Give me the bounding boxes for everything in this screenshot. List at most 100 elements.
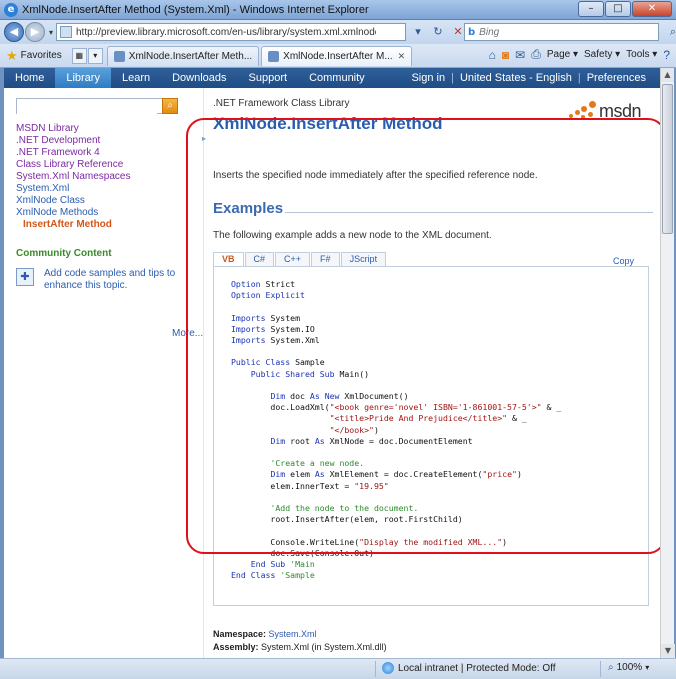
back-button[interactable]: ◀: [4, 22, 24, 42]
refresh-icon[interactable]: ↻: [430, 24, 446, 40]
namespace-link[interactable]: System.Xml: [269, 629, 317, 639]
msdn-top-nav: Home Library Learn Downloads Support Com…: [4, 68, 660, 88]
page-viewport: Home Library Learn Downloads Support Com…: [4, 68, 660, 658]
search-icon[interactable]: ⌕: [162, 98, 178, 114]
code-sample: Option Strict Option Explicit Imports Sy…: [213, 266, 649, 606]
help-icon[interactable]: ?: [663, 48, 670, 62]
address-input[interactable]: [76, 26, 376, 38]
status-bar: Local intranet | Protected Mode: Off ⌕ 1…: [0, 658, 676, 679]
safety-menu[interactable]: Safety ▾: [584, 49, 620, 60]
maximize-button[interactable]: □: [605, 1, 631, 17]
namespace-assembly-info: Namespace: System.Xml Assembly: System.X…: [213, 628, 387, 654]
print-icon[interactable]: ⎙: [531, 47, 541, 62]
code-tab-vb[interactable]: VB: [213, 252, 244, 266]
history-dropdown-icon[interactable]: ▾: [49, 28, 53, 37]
nav-library[interactable]: Library: [55, 68, 111, 88]
zoom-magnifier-icon: ⌕: [608, 662, 614, 673]
close-tab-icon[interactable]: ✕: [398, 51, 406, 62]
msdn-logo[interactable]: msdn: [567, 100, 642, 122]
quick-tabs-icon[interactable]: ▦: [71, 47, 87, 64]
scroll-up-icon[interactable]: ▲: [661, 68, 674, 82]
zoom-control[interactable]: ⌕ 100% ▾: [608, 662, 649, 673]
dropdown-arrow-icon[interactable]: ▾: [410, 24, 426, 40]
more-link[interactable]: More...: [172, 328, 203, 339]
examples-heading: Examples: [213, 200, 284, 217]
search-box[interactable]: b ⌕: [464, 23, 676, 41]
tab-page-icon: [268, 50, 280, 62]
browser-tab-1[interactable]: XmlNode.InsertAfter Meth...: [106, 45, 260, 66]
favorites-button[interactable]: ★ Favorites: [6, 48, 62, 64]
intranet-globe-icon: [382, 662, 394, 674]
page-title: XmlNode.InsertAfter Method: [213, 114, 443, 133]
favorites-label: Favorites: [20, 50, 62, 61]
browser-tab-label: XmlNode.InsertAfter Meth...: [128, 50, 253, 62]
bing-logo-icon: b: [468, 26, 476, 38]
community-add-link[interactable]: Add code samples and tips to enhance thi…: [44, 268, 196, 292]
library-search[interactable]: ⌕: [16, 98, 178, 114]
toc-item-system-xml[interactable]: System.Xml: [16, 183, 130, 195]
toc-item-net-framework-4[interactable]: .NET Framework 4: [16, 147, 130, 159]
community-add-row[interactable]: ✚ Add code samples and tips to enhance t…: [16, 268, 196, 292]
library-heading: .NET Framework Class Library: [213, 98, 350, 109]
toc-item-xmlnode-methods[interactable]: XmlNode Methods: [16, 207, 130, 219]
code-tab-jscript[interactable]: JScript: [340, 252, 387, 266]
code-tab-cpp[interactable]: C++: [275, 252, 311, 266]
toc-item-msdn-library[interactable]: MSDN Library: [16, 123, 130, 135]
toc-item-insertafter-method[interactable]: InsertAfter Method: [16, 219, 130, 231]
preferences-link[interactable]: Preferences: [581, 68, 652, 88]
nav-support[interactable]: Support: [238, 68, 299, 88]
heading-rule: [285, 212, 653, 213]
msdn-logo-dots-icon: [567, 100, 597, 122]
toc-item-net-development[interactable]: .NET Development: [16, 135, 130, 147]
page-icon: [60, 26, 72, 38]
close-button[interactable]: ✕: [632, 1, 672, 17]
ie-logo-icon: e: [4, 2, 18, 17]
page-menu[interactable]: Page ▾: [547, 49, 578, 60]
nav-community[interactable]: Community: [298, 68, 376, 88]
feeds-icon[interactable]: ◙: [502, 48, 509, 62]
home-icon[interactable]: ⌂: [489, 48, 496, 62]
sign-in-link[interactable]: Sign in: [405, 68, 451, 88]
address-bar-row: ◀ ▶ ▾ ▾ ↻ ✕ b ⌕: [0, 20, 676, 44]
toc-tree: MSDN Library .NET Development .NET Frame…: [16, 123, 130, 231]
forward-button[interactable]: ▶: [25, 22, 45, 42]
search-go-icon[interactable]: ⌕: [670, 25, 676, 39]
address-bar[interactable]: [56, 23, 406, 41]
collapse-sidebar-icon[interactable]: ▸: [202, 134, 206, 143]
toc-item-class-library-reference[interactable]: Class Library Reference: [16, 159, 130, 171]
tab-page-icon: [113, 50, 125, 62]
scroll-thumb[interactable]: [662, 84, 673, 234]
search-input[interactable]: [479, 26, 630, 38]
library-search-input[interactable]: [17, 99, 157, 114]
command-bar: ⌂ ◙ ✉ ⎙ Page ▾ Safety ▾ Tools ▾ ?: [489, 47, 670, 62]
nav-home[interactable]: Home: [4, 68, 55, 88]
tools-menu[interactable]: Tools ▾: [626, 49, 657, 60]
scroll-down-icon[interactable]: ▼: [661, 644, 675, 658]
copy-code-link[interactable]: Copy: [613, 256, 634, 266]
code-tab-csharp[interactable]: C#: [244, 252, 275, 266]
window-title: XmlNode.InsertAfter Method (System.Xml) …: [22, 3, 369, 16]
mail-icon[interactable]: ✉: [515, 48, 525, 62]
security-zone[interactable]: Local intranet | Protected Mode: Off: [382, 662, 556, 674]
examples-intro: The following example adds a new node to…: [213, 230, 492, 241]
nav-downloads[interactable]: Downloads: [161, 68, 237, 88]
code-language-tabs: VB C# C++ F# JScript: [213, 252, 387, 266]
toc-item-xmlnode-class[interactable]: XmlNode Class: [16, 195, 130, 207]
minimize-button[interactable]: –: [578, 1, 604, 17]
toc-item-system-xml-namespaces[interactable]: System.Xml Namespaces: [16, 171, 130, 183]
quick-tabs: ▦ ▾: [71, 47, 103, 64]
add-content-icon: ✚: [16, 268, 34, 286]
nav-learn[interactable]: Learn: [111, 68, 161, 88]
zoom-level: 100%: [616, 662, 643, 673]
tab-list-icon[interactable]: ▾: [87, 47, 103, 64]
zoom-dropdown-icon[interactable]: ▾: [645, 663, 649, 672]
window-title-bar: e XmlNode.InsertAfter Method (System.Xml…: [0, 0, 676, 20]
code-tab-fsharp[interactable]: F#: [311, 252, 340, 266]
locale-link[interactable]: United States - English: [454, 68, 578, 88]
address-buttons: ▾ ↻ ✕: [410, 24, 466, 40]
main-content: .NET Framework Class Library XmlNode.Ins…: [213, 88, 660, 658]
nav-right: Sign in | United States - English | Pref…: [405, 68, 652, 88]
status-divider: [375, 661, 376, 677]
vertical-scrollbar[interactable]: ▲ ▼: [660, 68, 675, 658]
browser-tab-2[interactable]: XmlNode.InsertAfter M... ✕: [261, 45, 413, 66]
